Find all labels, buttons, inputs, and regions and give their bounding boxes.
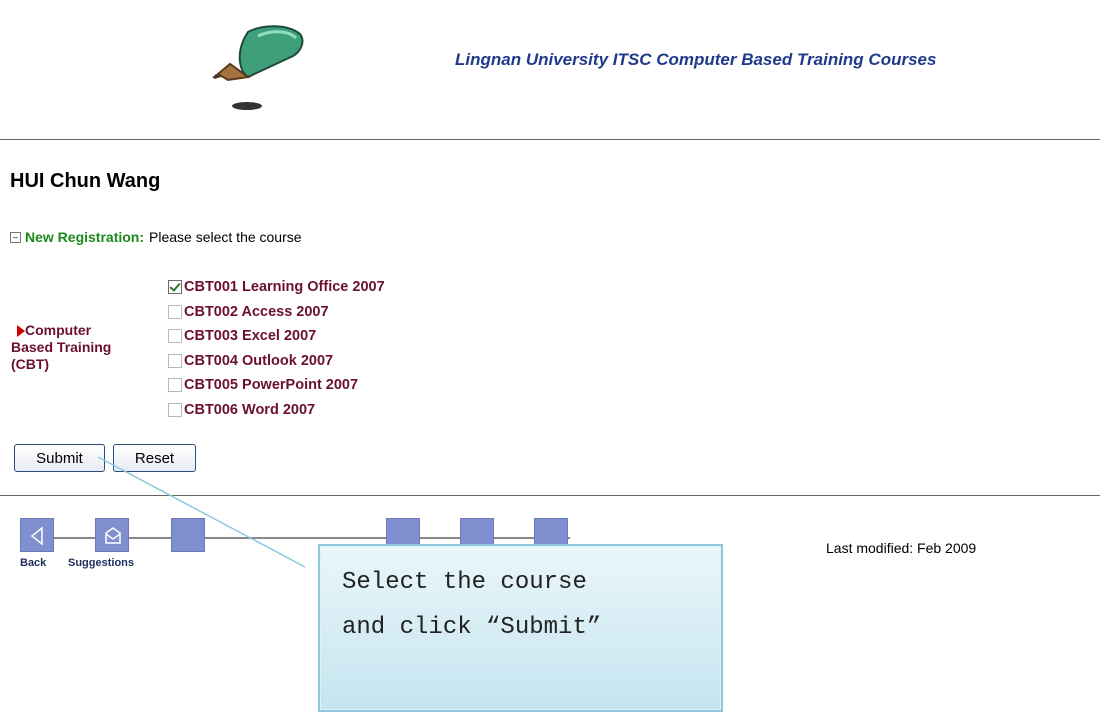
suggestions-label[interactable]: Suggestions (68, 557, 134, 569)
course-checkbox[interactable] (168, 402, 182, 417)
course-item[interactable]: CBT001 Learning Office 2007 (168, 275, 385, 300)
back-arrow-icon (30, 526, 43, 546)
callout-line-2: and click “Submit” (342, 614, 602, 641)
back-nav-button[interactable] (20, 518, 54, 552)
category-line-2: Based Training (11, 339, 112, 355)
course-label: CBT006 Word 2007 (184, 401, 316, 418)
course-label: CBT003 Excel 2007 (184, 328, 317, 345)
callout-text: Select the course and click “Submit” (342, 560, 601, 650)
course-item[interactable]: CBT003 Excel 2007 (168, 324, 385, 349)
course-item[interactable]: CBT006 Word 2007 (168, 398, 385, 423)
registration-label: New Registration: (25, 229, 145, 245)
red-triangle-icon (17, 325, 25, 338)
course-item[interactable]: CBT004 Outlook 2007 (168, 349, 385, 374)
back-label[interactable]: Back (20, 557, 46, 569)
course-item[interactable]: CBT002 Access 2007 (168, 300, 385, 325)
last-modified-text: Last modified: Feb 2009 (826, 540, 977, 556)
course-checkbox[interactable] (168, 280, 182, 295)
reset-button[interactable]: Reset (113, 444, 196, 472)
course-label: CBT001 Learning Office 2007 (184, 279, 385, 296)
submit-button[interactable]: Submit (14, 444, 105, 472)
category-line-3: (CBT) (11, 356, 50, 372)
site-title: Lingnan University ITSC Computer Based T… (455, 50, 937, 69)
category-line-1: Computer (25, 322, 92, 338)
user-name: HUI Chun Wang (10, 170, 161, 192)
registration-line: New Registration: Please select the cour… (10, 229, 302, 245)
callout-line-1: Select the course (342, 569, 587, 596)
course-checkbox[interactable] (168, 329, 182, 344)
pencil-logo-icon (212, 25, 304, 110)
instruction-callout: Select the course and click “Submit” (318, 544, 723, 712)
course-checkbox[interactable] (168, 378, 182, 393)
course-label: CBT002 Access 2007 (184, 303, 329, 320)
course-checkbox[interactable] (168, 304, 182, 319)
footer-divider (0, 495, 1100, 496)
envelope-icon (105, 527, 121, 544)
collapse-box-icon[interactable] (10, 231, 21, 243)
course-label: CBT005 PowerPoint 2007 (184, 377, 359, 394)
course-category: Computer Based Training (CBT) (11, 322, 141, 373)
course-label: CBT004 Outlook 2007 (184, 352, 334, 369)
course-item[interactable]: CBT005 PowerPoint 2007 (168, 373, 385, 398)
course-checkbox[interactable] (168, 353, 182, 368)
nav-button-3[interactable] (171, 518, 205, 552)
registration-instruction: Please select the course (149, 229, 302, 245)
course-list: CBT001 Learning Office 2007 CBT002 Acces… (168, 275, 385, 422)
header-divider (0, 139, 1100, 140)
suggestions-nav-button[interactable] (95, 518, 129, 552)
